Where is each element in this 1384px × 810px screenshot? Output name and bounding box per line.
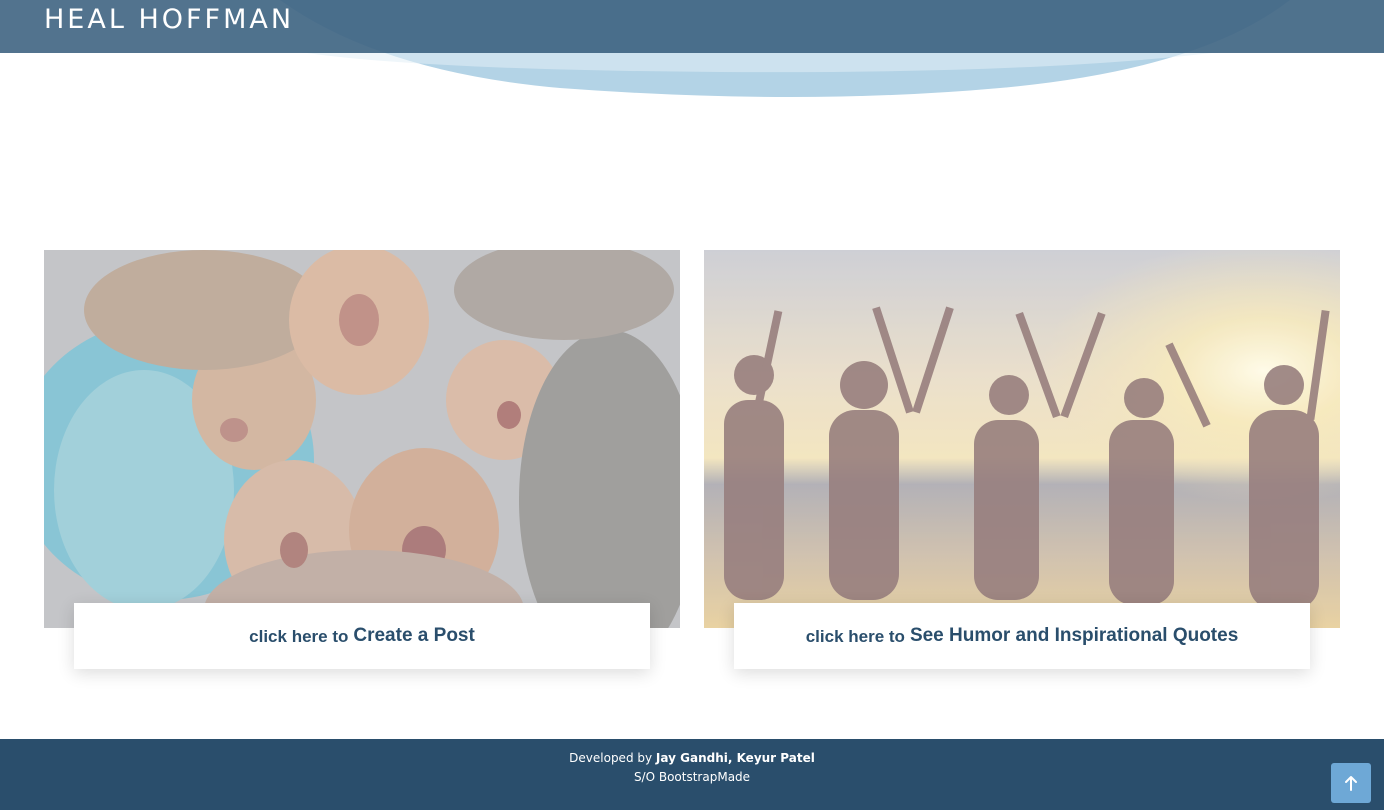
header-bar: HEAL HOFFMAN	[0, 0, 1384, 53]
create-post-link[interactable]: click here to Create a Post	[74, 603, 650, 669]
footer: Developed by Jay Gandhi, Keyur Patel S/O…	[0, 739, 1384, 810]
quotes-link[interactable]: click here to See Humor and Inspirationa…	[734, 603, 1310, 669]
footer-source-credit: S/O BootstrapMade	[633, 770, 751, 784]
developer-names: Jay Gandhi, Keyur Patel	[655, 751, 815, 765]
back-to-top-button[interactable]	[1331, 763, 1371, 803]
caption-prefix: click here to	[805, 627, 905, 646]
brand-logo[interactable]: HEAL HOFFMAN	[44, 4, 294, 35]
caption-title: Create a Post	[353, 625, 475, 646]
quotes-card: click here to See Humor and Inspirationa…	[704, 250, 1340, 670]
arrow-up-icon	[1345, 776, 1357, 791]
caption-title: See Humor and Inspirational Quotes	[909, 625, 1239, 646]
developed-by-label: Developed by	[569, 751, 653, 765]
group-huddle-photo[interactable]	[44, 250, 680, 628]
create-post-card: click here to Create a Post	[44, 250, 680, 670]
footer-credits: Developed by Jay Gandhi, Keyur Patel	[0, 751, 1384, 765]
beach-sunset-photo[interactable]	[704, 250, 1340, 628]
caption-prefix: click here to	[249, 627, 349, 646]
